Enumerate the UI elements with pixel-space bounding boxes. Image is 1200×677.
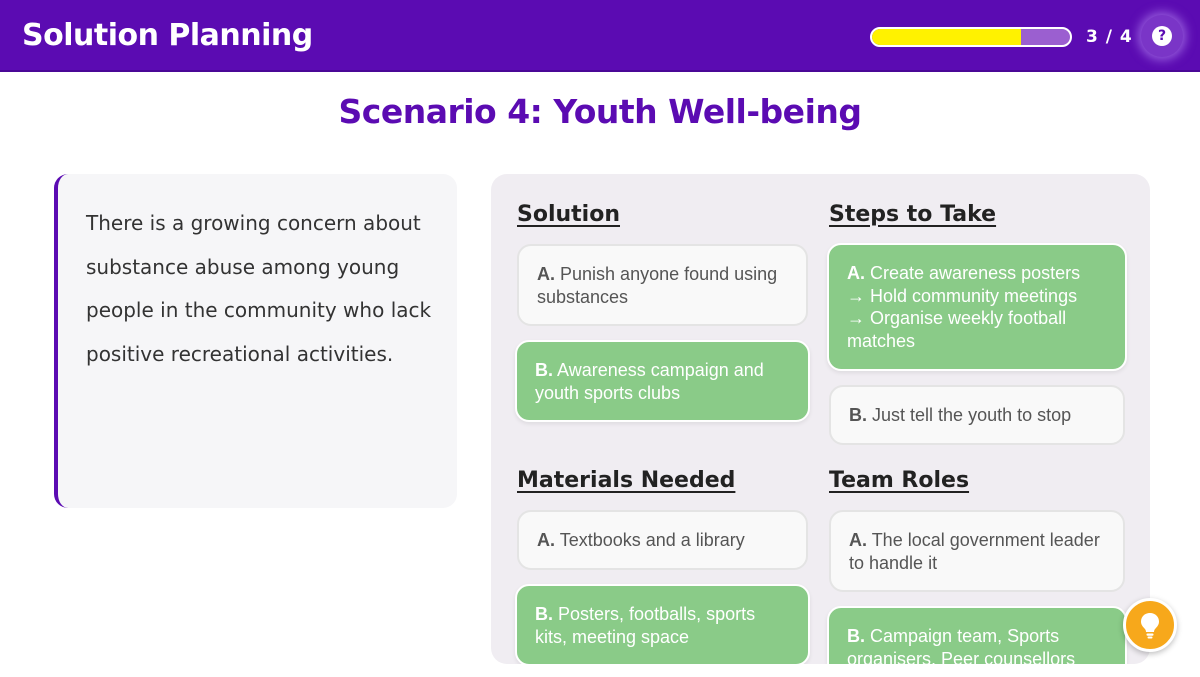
option-letter: A. — [537, 264, 555, 284]
materials-option-b[interactable]: B. Posters, footballs, sports kits, meet… — [515, 584, 810, 664]
option-text: Awareness campaign and youth sports club… — [535, 360, 764, 403]
option-letter: B. — [535, 604, 553, 624]
hint-button[interactable] — [1123, 598, 1177, 652]
roles-option-a[interactable]: A. The local government leader to handle… — [829, 510, 1125, 592]
solution-heading: Solution — [517, 202, 620, 227]
progress-label: 3 / 4 — [1086, 27, 1133, 47]
answers-panel: Solution A. Punish anyone found using su… — [491, 174, 1150, 664]
option-text: Just tell the youth to stop — [872, 405, 1072, 425]
materials-option-a[interactable]: A. Textbooks and a library — [517, 510, 808, 570]
progress-fill — [872, 29, 1021, 45]
option-letter: B. — [847, 626, 865, 646]
materials-heading: Materials Needed — [517, 468, 736, 493]
scenario-description: There is a growing concern about substan… — [86, 211, 432, 366]
roles-option-b[interactable]: B. Campaign team, Sports organisers, Pee… — [827, 606, 1127, 664]
option-line: → Organise weekly football matches — [847, 308, 1067, 351]
option-line: → Hold community meetings — [847, 285, 1078, 306]
solution-option-a[interactable]: A. Punish anyone found using substances — [517, 244, 808, 326]
option-letter: A. — [847, 263, 865, 283]
option-text: Posters, footballs, sports kits, meeting… — [535, 604, 756, 647]
option-text: The local government leader to handle it — [849, 530, 1100, 573]
app-title: Solution Planning — [22, 18, 313, 53]
option-letter: B. — [849, 405, 867, 425]
help-button[interactable]: ? — [1141, 15, 1183, 57]
solution-option-b[interactable]: B. Awareness campaign and youth sports c… — [515, 340, 810, 422]
steps-heading: Steps to Take — [829, 202, 997, 227]
progress-bar — [870, 27, 1072, 47]
steps-option-a[interactable]: A. Create awareness posters → Hold commu… — [827, 243, 1127, 371]
option-text: Campaign team, Sports organisers, Peer c… — [847, 626, 1076, 664]
option-text: Textbooks and a library — [559, 530, 745, 550]
option-letter: A. — [537, 530, 555, 550]
scenario-card: There is a growing concern about substan… — [54, 174, 457, 508]
top-bar: Solution Planning 3 / 4 ? — [0, 0, 1200, 72]
option-line: Create awareness posters — [870, 263, 1081, 283]
question-icon: ? — [1152, 26, 1172, 46]
option-letter: A. — [849, 530, 867, 550]
option-text: Punish anyone found using substances — [537, 264, 778, 307]
scenario-title: Scenario 4: Youth Well-being — [338, 92, 862, 131]
steps-option-b[interactable]: B. Just tell the youth to stop — [829, 385, 1125, 445]
roles-heading: Team Roles — [829, 468, 970, 493]
option-letter: B. — [535, 360, 553, 380]
lightbulb-icon — [1141, 613, 1159, 639]
